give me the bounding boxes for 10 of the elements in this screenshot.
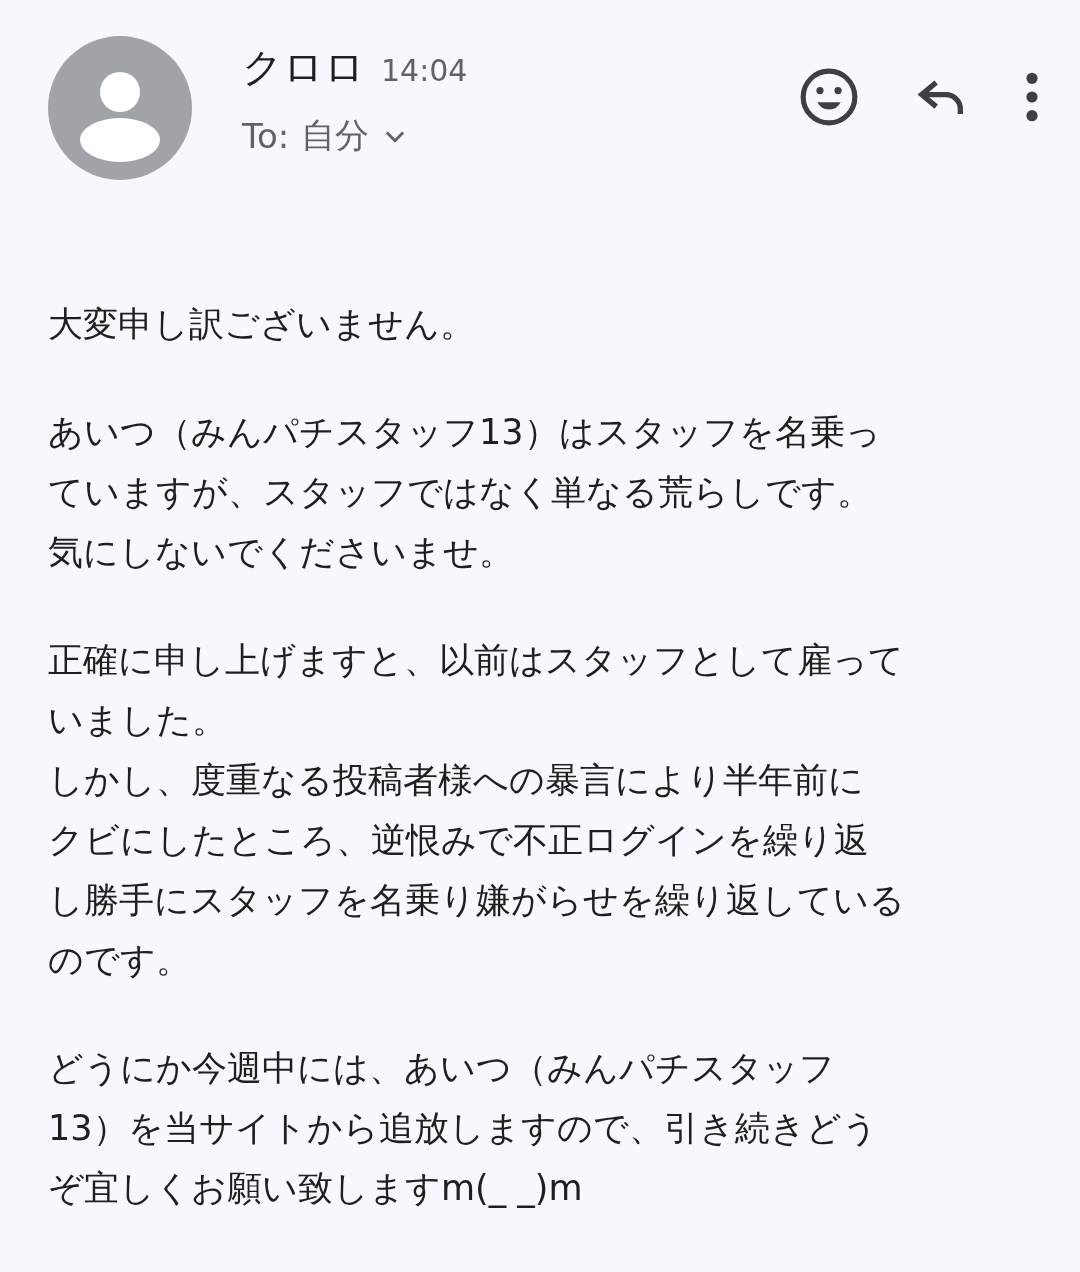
message-paragraph: あいつ（みんパチスタッフ13）はスタッフを名乗っ ていますが、スタッフではなく単なる荒らしです。 気にしないでくださいませ。: [48, 411, 882, 574]
sent-time: 14:04: [381, 53, 468, 88]
message-paragraph: 正確に申し上げますと、以前はスタッフとして雇って いました。 しかし、度重なる投稿者様への暴言により半年前に クビにしたところ、逆恨みで不正ログインを繰り返 し勝手にスタッフを名乗り嫌がらせを繰り返している のです。: [48, 639, 906, 982]
message-paragraph: どうにか今週中には、あいつ（みんパチスタッフ 13）を当サイトから追放しますので、引き続きどう ぞ宜しくお願い致しますm(_ _)m: [48, 1047, 879, 1210]
to-label: To:: [242, 116, 290, 156]
sender-name: クロロ: [242, 43, 365, 92]
message-paragraph: 大変申し訳ございません。: [48, 303, 476, 346]
avatar-icon: [48, 36, 192, 180]
recipient-name: 自分: [301, 114, 370, 157]
smiley-icon[interactable]: [798, 66, 860, 128]
